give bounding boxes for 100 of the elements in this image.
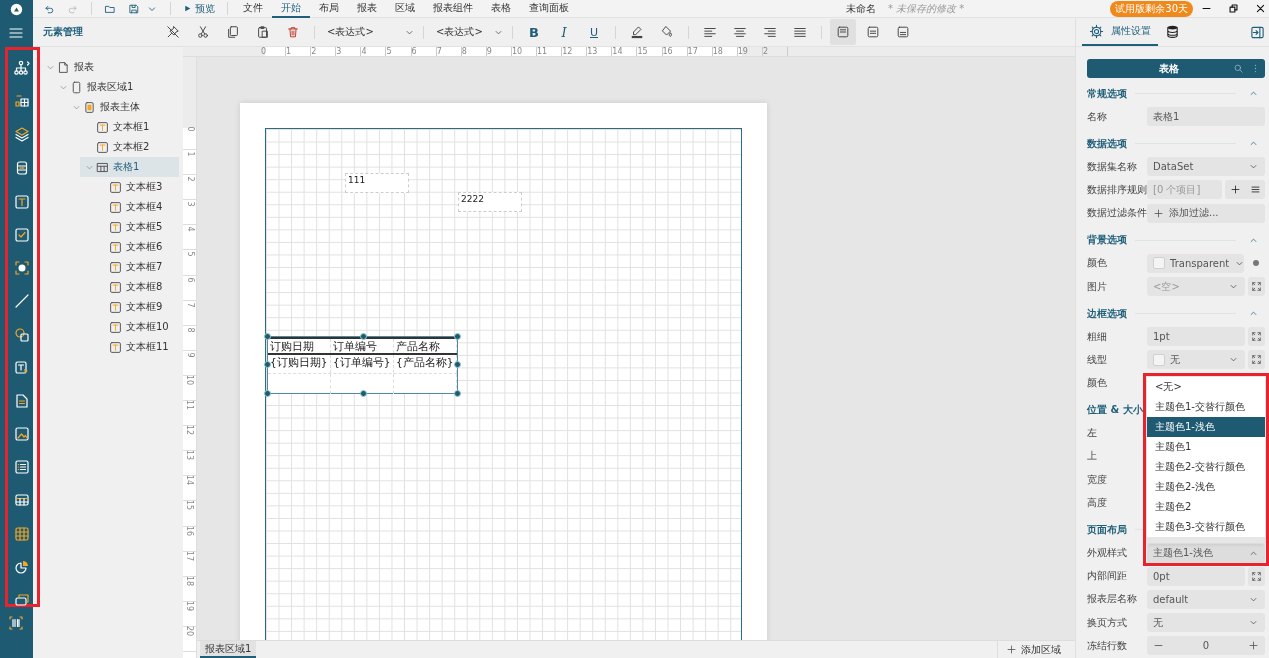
resize-handle[interactable] — [454, 361, 461, 368]
italic-button[interactable]: I — [551, 21, 577, 43]
document-icon[interactable] — [14, 392, 30, 409]
copy-icon[interactable] — [226, 25, 240, 39]
text-field[interactable]: 1pt — [1147, 327, 1245, 347]
text-field[interactable]: 0pt — [1147, 566, 1245, 586]
expression-dropdown[interactable]: <表达式> — [321, 22, 417, 42]
table-icon[interactable] — [14, 492, 30, 509]
tree-item[interactable]: 文本框1 — [80, 117, 179, 137]
list-icon[interactable] — [1249, 184, 1261, 196]
object-type-bar[interactable]: 表格 — [1087, 59, 1265, 78]
tree-item[interactable]: 文本框10 — [93, 317, 179, 337]
menu-tab[interactable]: 报表组件 — [424, 0, 482, 18]
area-tab[interactable]: 报表区域1 — [200, 641, 257, 658]
select-field[interactable]: DataSet — [1147, 157, 1265, 177]
tree-item[interactable]: 文本框9 — [93, 297, 179, 317]
underline-button[interactable]: U — [581, 21, 607, 43]
expand-button[interactable] — [1248, 327, 1265, 347]
save-icon[interactable] — [128, 2, 140, 15]
search-icon[interactable] — [1233, 63, 1244, 74]
shapes-icon[interactable] — [14, 326, 30, 343]
tree-item[interactable]: 表格1 — [80, 157, 179, 177]
expand-button[interactable] — [1248, 566, 1265, 586]
line-icon[interactable] — [14, 293, 30, 310]
menu-tab[interactable]: 报表 — [348, 0, 386, 18]
text-field[interactable]: 表格1 — [1147, 107, 1265, 127]
table-frame[interactable]: 订购日期 订单编号 产品名称 {订购日期} {订单编号} {产品名称} — [267, 336, 458, 394]
tree-item[interactable]: 报表 — [41, 57, 179, 77]
paste-icon[interactable] — [256, 25, 270, 39]
align-top-button[interactable] — [830, 19, 856, 45]
tree-item[interactable]: 文本框3 — [93, 177, 179, 197]
resize-handle[interactable] — [454, 390, 461, 397]
plus-icon[interactable] — [1248, 640, 1259, 652]
preview-button[interactable]: 预览 — [177, 1, 221, 16]
plus-icon[interactable] — [1229, 184, 1241, 196]
select-field[interactable]: 无 — [1147, 613, 1265, 633]
pie-chart-icon[interactable] — [14, 558, 30, 575]
menu-tab[interactable]: 布局 — [310, 0, 348, 18]
add-filter-button[interactable]: 添加过滤... — [1147, 203, 1265, 223]
close-icon[interactable] — [1255, 3, 1266, 14]
dropdown-option[interactable]: <无> — [1147, 376, 1265, 397]
container-icon[interactable] — [14, 592, 30, 608]
expand-button[interactable] — [1248, 350, 1265, 370]
cut-icon[interactable] — [196, 25, 210, 39]
bold-button[interactable]: B — [521, 21, 547, 43]
resize-handle[interactable] — [454, 333, 461, 340]
resize-handle[interactable] — [360, 333, 367, 340]
text-pointer-icon[interactable] — [14, 359, 30, 376]
focus-frame-icon[interactable] — [14, 260, 30, 277]
select-field[interactable]: 无 — [1147, 350, 1245, 370]
database-icon[interactable] — [14, 159, 30, 176]
select-field[interactable]: 主题色1-浅色 — [1147, 543, 1265, 563]
tree-item[interactable]: 报表主体 — [67, 97, 179, 117]
text-box[interactable]: 2222 — [458, 192, 522, 212]
tree-item[interactable]: 文本框6 — [93, 237, 179, 257]
expand-button[interactable] — [1248, 277, 1265, 297]
image-icon[interactable] — [14, 426, 30, 443]
tree-item[interactable]: 文本框4 — [93, 197, 179, 217]
button-group[interactable] — [1225, 180, 1265, 200]
text-box[interactable]: 111 — [345, 173, 409, 193]
number-stepper[interactable]: 0 — [1147, 636, 1265, 656]
tree-item[interactable]: 文本框11 — [93, 337, 179, 357]
collapse-panel-icon[interactable] — [1250, 25, 1265, 40]
dropdown-option[interactable]: 主题色1 — [1147, 436, 1265, 457]
barcode-icon[interactable] — [8, 615, 24, 631]
grid-icon[interactable] — [14, 525, 30, 542]
properties-tab[interactable]: 属性设置 — [1082, 18, 1158, 46]
expression-dropdown[interactable]: <表达式> — [430, 22, 506, 42]
menu-tab[interactable]: 表格 — [482, 0, 520, 18]
checkbox-icon[interactable] — [14, 226, 30, 243]
menu-tab[interactable]: 文件 — [234, 0, 272, 18]
resize-handle[interactable] — [264, 390, 271, 397]
menu-tab[interactable]: 区域 — [386, 0, 424, 18]
delete-icon[interactable] — [286, 25, 300, 39]
dropdown-option[interactable]: 主题色3-交替行颜色 — [1147, 516, 1265, 537]
select-field[interactable]: default — [1147, 589, 1265, 609]
grid-plus-icon[interactable] — [14, 93, 30, 110]
tree-item[interactable]: 文本框8 — [93, 277, 179, 297]
menu-tab[interactable]: 查询面板 — [520, 0, 578, 18]
fill-color-icon[interactable] — [660, 25, 674, 39]
dropdown-option[interactable]: 主题色1-交替行颜色 — [1147, 396, 1265, 417]
resize-handle[interactable] — [360, 390, 367, 397]
tree-item[interactable]: 文本框7 — [93, 257, 179, 277]
dropdown-option[interactable]: 主题色2-交替行颜色 — [1147, 456, 1265, 477]
layers-icon[interactable] — [14, 126, 30, 143]
list-icon[interactable] — [14, 459, 30, 476]
text-color-icon[interactable] — [630, 25, 644, 39]
dropdown-option[interactable]: 主题色2-浅色 — [1147, 476, 1265, 497]
resize-handle[interactable] — [264, 361, 271, 368]
tree-item[interactable]: 文本框2 — [80, 137, 179, 157]
menu-icon[interactable] — [8, 25, 24, 41]
restore-icon[interactable] — [1228, 3, 1239, 14]
unpin-icon[interactable] — [166, 25, 180, 39]
dropdown-option[interactable]: 主题色2 — [1147, 496, 1265, 517]
textbox-icon[interactable] — [14, 193, 30, 210]
select-field[interactable]: Transparent — [1147, 253, 1244, 273]
dropdown-option[interactable]: 主题色1-浅色 — [1147, 416, 1265, 437]
resize-handle[interactable] — [264, 333, 271, 340]
tree-item[interactable]: 报表区域1 — [54, 77, 179, 97]
hierarchy-icon[interactable] — [14, 60, 30, 76]
